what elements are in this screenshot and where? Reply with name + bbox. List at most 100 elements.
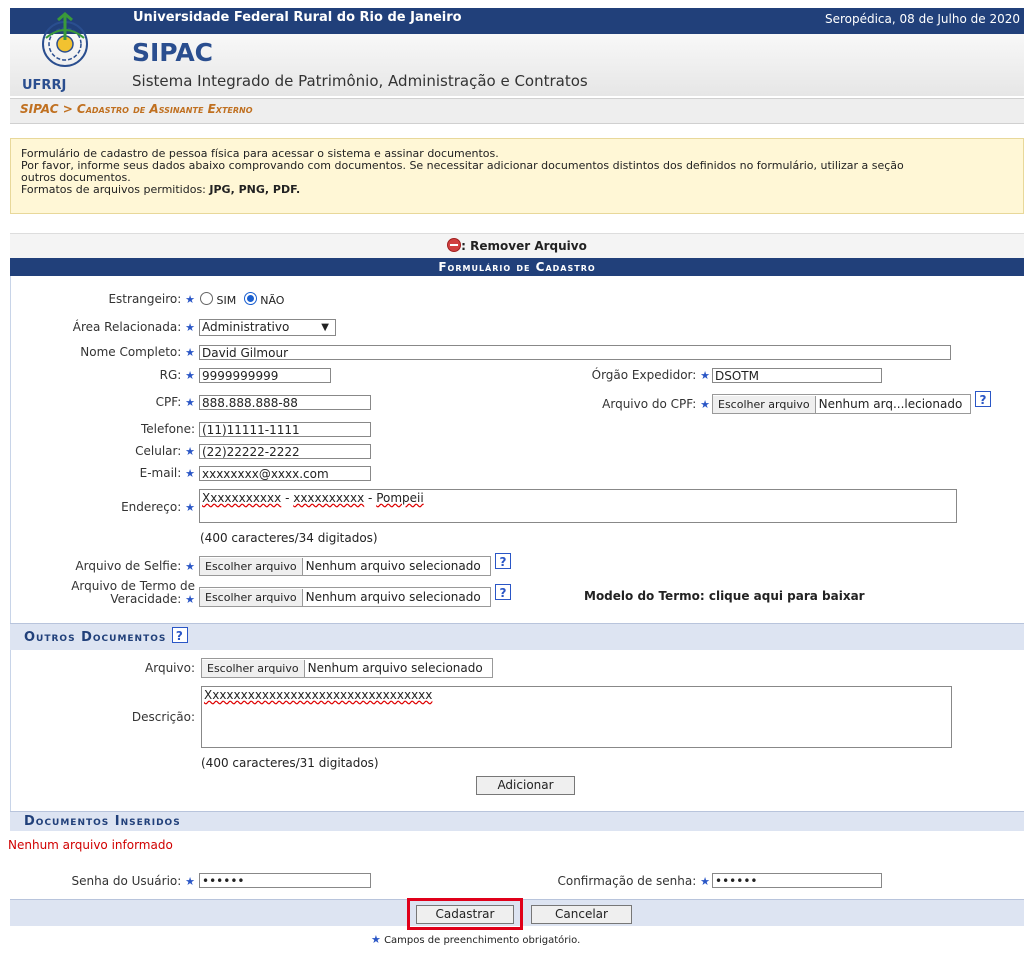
termo-choose-file-button[interactable]: Escolher arquivo <box>200 589 303 606</box>
system-subtitle: Sistema Integrado de Patrimônio, Adminis… <box>132 72 588 90</box>
remove-icon <box>447 238 462 252</box>
rg-label: RG: ★ <box>40 368 195 382</box>
adicionar-button[interactable]: Adicionar <box>476 776 575 795</box>
required-star-icon: ★ <box>185 467 195 480</box>
nome-input[interactable]: David Gilmour <box>199 345 951 360</box>
descricao-char-count: (400 caracteres/31 digitados) <box>201 756 379 770</box>
radio-sim-label: SIM <box>216 294 237 307</box>
telefone-label: Telefone: <box>40 422 195 436</box>
confirmacao-label: Confirmação de senha: ★ <box>520 874 710 888</box>
cpf-file-input[interactable]: Escolher arquivo Nenhum arq...lecionado <box>712 394 971 414</box>
endereco-part: Pompeii <box>376 491 424 505</box>
endereco-sep: - <box>364 491 377 505</box>
required-star-icon: ★ <box>700 398 710 411</box>
required-star-icon: ★ <box>700 875 710 888</box>
descricao-label: Descrição: <box>131 710 195 724</box>
confirmacao-senha-input[interactable]: •••••• <box>712 873 882 888</box>
required-star-icon: ★ <box>185 321 195 334</box>
help-icon[interactable]: ? <box>495 584 511 600</box>
estrangeiro-options: SIM NÃO <box>200 292 284 307</box>
required-star-icon: ★ <box>185 396 195 409</box>
selfie-label-text: Arquivo de Selfie: <box>75 559 182 573</box>
required-star-icon: ★ <box>185 501 195 514</box>
selfie-file-input[interactable]: Escolher arquivo Nenhum arquivo seleciona… <box>199 556 491 576</box>
required-star-icon: ★ <box>185 293 195 306</box>
termo-label-line-2: Veracidade: <box>110 592 182 606</box>
email-input[interactable]: xxxxxxxx@xxxx.com <box>199 466 371 481</box>
celular-input[interactable]: (22)22222-2222 <box>199 444 371 459</box>
radio-nao-label: NÃO <box>260 294 285 307</box>
footnote: ★ Campos de preenchimento obrigatório. <box>371 933 580 946</box>
info-formats: Formatos de arquivos permitidos: JPG, PN… <box>21 184 1013 196</box>
endereco-textarea[interactable]: Xxxxxxxxxxx - xxxxxxxxxx - Pompeii <box>199 489 957 523</box>
modelo-termo-link[interactable]: clique aqui para baixar <box>709 589 865 603</box>
logo-label: UFRRJ <box>22 78 67 93</box>
descricao-value: Xxxxxxxxxxxxxxxxxxxxxxxxxxxxxxxx <box>204 688 433 702</box>
cpf-label-text: CPF: <box>155 395 182 409</box>
required-star-icon: ★ <box>185 593 195 606</box>
documentos-inseridos-header: Documentos Inseridos <box>10 811 1024 831</box>
help-icon[interactable]: ? <box>171 627 188 643</box>
selfie-label: Arquivo de Selfie: ★ <box>40 559 195 573</box>
outros-documentos-header: Outros Documentos ? <box>10 623 1024 650</box>
termo-file-input[interactable]: Escolher arquivo Nenhum arquivo seleciona… <box>199 587 491 607</box>
formats-value: JPG, PNG, PDF. <box>209 183 301 196</box>
email-label: E-mail: ★ <box>40 466 195 480</box>
orgao-input[interactable]: DSOTM <box>712 368 882 383</box>
orgao-label: Órgão Expedidor: ★ <box>540 368 710 382</box>
cancelar-button[interactable]: Cancelar <box>531 905 632 924</box>
cpf-label: CPF: ★ <box>40 395 195 409</box>
outros-file-input[interactable]: Escolher arquivo Nenhum arquivo seleciona… <box>201 658 493 678</box>
cadastrar-button[interactable]: Cadastrar <box>416 905 514 924</box>
required-star-icon: ★ <box>371 933 381 946</box>
orgao-label-text: Órgão Expedidor: <box>591 368 697 382</box>
endereco-char-count: (400 caracteres/34 digitados) <box>200 531 378 545</box>
outros-documentos-title: Outros Documentos <box>24 630 167 645</box>
senha-input[interactable]: •••••• <box>199 873 371 888</box>
outros-choose-file-button[interactable]: Escolher arquivo <box>202 660 305 677</box>
rg-input[interactable]: 9999999999 <box>199 368 331 383</box>
help-icon[interactable]: ? <box>495 553 511 569</box>
nome-label: Nome Completo: ★ <box>40 345 195 359</box>
rg-label-text: RG: <box>159 368 182 382</box>
university-name: Universidade Federal Rural do Rio de Jan… <box>133 10 462 25</box>
celular-label-text: Celular: <box>135 444 182 458</box>
radio-nao[interactable] <box>243 292 257 305</box>
required-star-icon: ★ <box>185 560 195 573</box>
required-star-icon: ★ <box>700 369 710 382</box>
telefone-input[interactable]: (11)11111-1111 <box>199 422 371 437</box>
descricao-textarea[interactable]: Xxxxxxxxxxxxxxxxxxxxxxxxxxxxxxxx <box>201 686 952 748</box>
modelo-termo: Modelo do Termo: clique aqui para baixar <box>584 589 865 603</box>
cpf-choose-file-button[interactable]: Escolher arquivo <box>713 396 816 413</box>
selfie-choose-file-button[interactable]: Escolher arquivo <box>200 558 303 575</box>
help-icon[interactable]: ? <box>975 391 991 407</box>
chevron-down-icon: ▼ <box>321 322 329 333</box>
required-star-icon: ★ <box>185 369 195 382</box>
termo-file-name: Nenhum arquivo selecionado <box>305 590 481 604</box>
modelo-termo-label: Modelo do Termo: <box>584 589 705 603</box>
termo-label: Arquivo de Termo de Veracidade: ★ <box>40 580 195 607</box>
system-title: SIPAC <box>132 38 214 67</box>
form-caption: Formulário de Cadastro <box>10 258 1024 276</box>
endereco-label-text: Endereço: <box>121 500 182 514</box>
required-star-icon: ★ <box>185 346 195 359</box>
footnote-text: Campos de preenchimento obrigatório. <box>384 935 581 946</box>
cpf-input[interactable]: 888.888.888-88 <box>199 395 371 410</box>
arq-cpf-label: Arquivo do CPF: ★ <box>540 397 710 411</box>
breadcrumb: SIPAC > Cadastro de Assinante Externo <box>20 102 253 116</box>
endereco-part: Xxxxxxxxxxx <box>202 491 282 505</box>
endereco-part: xxxxxxxxxx <box>293 491 365 505</box>
outros-file-name: Nenhum arquivo selecionado <box>307 661 483 675</box>
area-select[interactable]: Administrativo ▼ <box>199 319 336 336</box>
radio-sim[interactable] <box>200 292 213 305</box>
endereco-sep: - <box>281 491 294 505</box>
cpf-file-name: Nenhum arq...lecionado <box>818 397 963 411</box>
estrangeiro-label: Estrangeiro: ★ <box>40 292 195 306</box>
endereco-label: Endereço: ★ <box>40 500 195 514</box>
senha-label-text: Senha do Usuário: <box>71 874 182 888</box>
area-label-text: Área Relacionada: <box>72 320 182 334</box>
telefone-label-text: Telefone: <box>141 422 195 436</box>
required-star-icon: ★ <box>185 445 195 458</box>
celular-label: Celular: ★ <box>40 444 195 458</box>
formats-label: Formatos de arquivos permitidos: <box>21 183 206 196</box>
